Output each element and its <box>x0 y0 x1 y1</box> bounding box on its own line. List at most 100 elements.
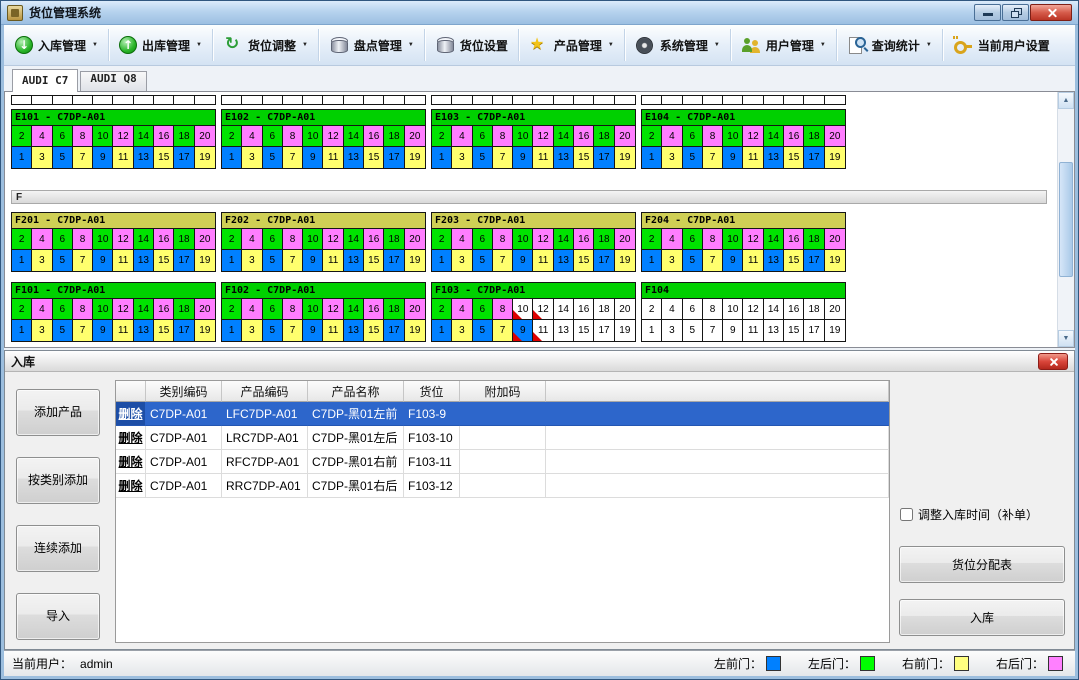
slot-f102-7[interactable]: 7 <box>283 320 303 341</box>
slot-f101-12[interactable]: 12 <box>113 299 133 320</box>
slot-f103-5[interactable]: 5 <box>473 320 493 341</box>
slot-f201-15[interactable]: 15 <box>154 250 174 271</box>
slot-f201-10[interactable]: 10 <box>93 229 113 250</box>
slot-f104-13[interactable]: 13 <box>764 320 784 341</box>
slot-f104-20[interactable]: 20 <box>825 299 845 320</box>
slot-e103-16[interactable]: 16 <box>574 126 594 147</box>
slot-f204-19[interactable]: 19 <box>825 250 845 271</box>
slot-f204-17[interactable]: 17 <box>804 250 824 271</box>
slot-f101-10[interactable]: 10 <box>93 299 113 320</box>
slot-f101-6[interactable]: 6 <box>53 299 73 320</box>
slot-f202-15[interactable]: 15 <box>364 250 384 271</box>
add-by-category-button[interactable]: 按类别添加 <box>16 457 100 504</box>
slot-f104-12[interactable]: 12 <box>743 299 763 320</box>
slot-e101-16[interactable]: 16 <box>154 126 174 147</box>
slot-f103-2[interactable]: 2 <box>432 299 452 320</box>
add-product-button[interactable]: 添加产品 <box>16 389 100 436</box>
slot-f204-15[interactable]: 15 <box>784 250 804 271</box>
slot-f204-8[interactable]: 8 <box>703 229 723 250</box>
slot-f102-18[interactable]: 18 <box>384 299 404 320</box>
delete-link[interactable]: 删除 <box>116 474 146 498</box>
delete-link[interactable]: 删除 <box>116 402 146 426</box>
slot-e104-8[interactable]: 8 <box>703 126 723 147</box>
slot-f102-5[interactable]: 5 <box>263 320 283 341</box>
slot-e104-17[interactable]: 17 <box>804 147 824 168</box>
slot-f104-15[interactable]: 15 <box>784 320 804 341</box>
slot-f101-1[interactable]: 1 <box>12 320 32 341</box>
toolbar-button-system-management[interactable]: 系统管理▼ <box>628 28 727 62</box>
slot-f101-2[interactable]: 2 <box>12 299 32 320</box>
slot-f201-5[interactable]: 5 <box>53 250 73 271</box>
slot-f101-4[interactable]: 4 <box>32 299 52 320</box>
slot-f202-17[interactable]: 17 <box>384 250 404 271</box>
slot-f104-8[interactable]: 8 <box>703 299 723 320</box>
slot-e102-10[interactable]: 10 <box>303 126 323 147</box>
slot-f203-1[interactable]: 1 <box>432 250 452 271</box>
slot-e103-20[interactable]: 20 <box>615 126 635 147</box>
delete-link[interactable]: 删除 <box>116 450 146 474</box>
slot-f204-12[interactable]: 12 <box>743 229 763 250</box>
slot-f204-2[interactable]: 2 <box>642 229 662 250</box>
slot-f204-6[interactable]: 6 <box>683 229 703 250</box>
slot-f203-2[interactable]: 2 <box>432 229 452 250</box>
slot-e101-14[interactable]: 14 <box>134 126 154 147</box>
slot-f201-8[interactable]: 8 <box>73 229 93 250</box>
toolbar-button-current-user-settings[interactable]: 当前用户设置 <box>946 28 1057 62</box>
slot-f203-19[interactable]: 19 <box>615 250 635 271</box>
slot-f202-12[interactable]: 12 <box>323 229 343 250</box>
slot-f203-7[interactable]: 7 <box>493 250 513 271</box>
slot-f103-14[interactable]: 14 <box>554 299 574 320</box>
toolbar-button-product-management[interactable]: 产品管理▼ <box>522 28 621 62</box>
slot-f104-10[interactable]: 10 <box>723 299 743 320</box>
slot-e104-14[interactable]: 14 <box>764 126 784 147</box>
slot-e104-18[interactable]: 18 <box>804 126 824 147</box>
slot-f201-20[interactable]: 20 <box>195 229 215 250</box>
slot-f203-5[interactable]: 5 <box>473 250 493 271</box>
restore-button[interactable] <box>1002 4 1029 21</box>
slot-f102-16[interactable]: 16 <box>364 299 384 320</box>
slot-f202-13[interactable]: 13 <box>344 250 364 271</box>
slot-f103-16[interactable]: 16 <box>574 299 594 320</box>
slot-f104-7[interactable]: 7 <box>703 320 723 341</box>
slot-e101-6[interactable]: 6 <box>53 126 73 147</box>
slot-f103-19[interactable]: 19 <box>615 320 635 341</box>
slot-e101-2[interactable]: 2 <box>12 126 32 147</box>
slot-f102-13[interactable]: 13 <box>344 320 364 341</box>
slot-f101-9[interactable]: 9 <box>93 320 113 341</box>
slot-e104-13[interactable]: 13 <box>764 147 784 168</box>
slot-f102-12[interactable]: 12 <box>323 299 343 320</box>
slot-e102-16[interactable]: 16 <box>364 126 384 147</box>
continuous-add-button[interactable]: 连续添加 <box>16 525 100 572</box>
slot-e101-9[interactable]: 9 <box>93 147 113 168</box>
slot-f203-15[interactable]: 15 <box>574 250 594 271</box>
inbound-close-button[interactable] <box>1038 353 1068 370</box>
slot-e101-3[interactable]: 3 <box>32 147 52 168</box>
vertical-scrollbar[interactable]: ▲ ▼ <box>1057 92 1074 347</box>
slot-f204-7[interactable]: 7 <box>703 250 723 271</box>
slot-f102-3[interactable]: 3 <box>242 320 262 341</box>
slot-f204-9[interactable]: 9 <box>723 250 743 271</box>
slot-e103-6[interactable]: 6 <box>473 126 493 147</box>
slot-e104-1[interactable]: 1 <box>642 147 662 168</box>
slot-e101-20[interactable]: 20 <box>195 126 215 147</box>
slot-f103-3[interactable]: 3 <box>452 320 472 341</box>
scroll-down-icon[interactable]: ▼ <box>1058 330 1074 347</box>
slot-f101-11[interactable]: 11 <box>113 320 133 341</box>
slot-f204-1[interactable]: 1 <box>642 250 662 271</box>
delete-link[interactable]: 删除 <box>116 426 146 450</box>
slot-f202-2[interactable]: 2 <box>222 229 242 250</box>
import-button[interactable]: 导入 <box>16 593 100 640</box>
slot-f102-2[interactable]: 2 <box>222 299 242 320</box>
close-button[interactable] <box>1030 4 1072 21</box>
slot-f203-14[interactable]: 14 <box>554 229 574 250</box>
slot-e103-12[interactable]: 12 <box>533 126 553 147</box>
slot-e103-15[interactable]: 15 <box>574 147 594 168</box>
slot-e103-18[interactable]: 18 <box>594 126 614 147</box>
slot-e104-2[interactable]: 2 <box>642 126 662 147</box>
toolbar-button-slot-adjustment[interactable]: 货位调整▼ <box>216 28 315 62</box>
slot-f102-10[interactable]: 10 <box>303 299 323 320</box>
slot-e104-9[interactable]: 9 <box>723 147 743 168</box>
slot-f103-8[interactable]: 8 <box>493 299 513 320</box>
slot-f202-11[interactable]: 11 <box>323 250 343 271</box>
slot-f101-18[interactable]: 18 <box>174 299 194 320</box>
